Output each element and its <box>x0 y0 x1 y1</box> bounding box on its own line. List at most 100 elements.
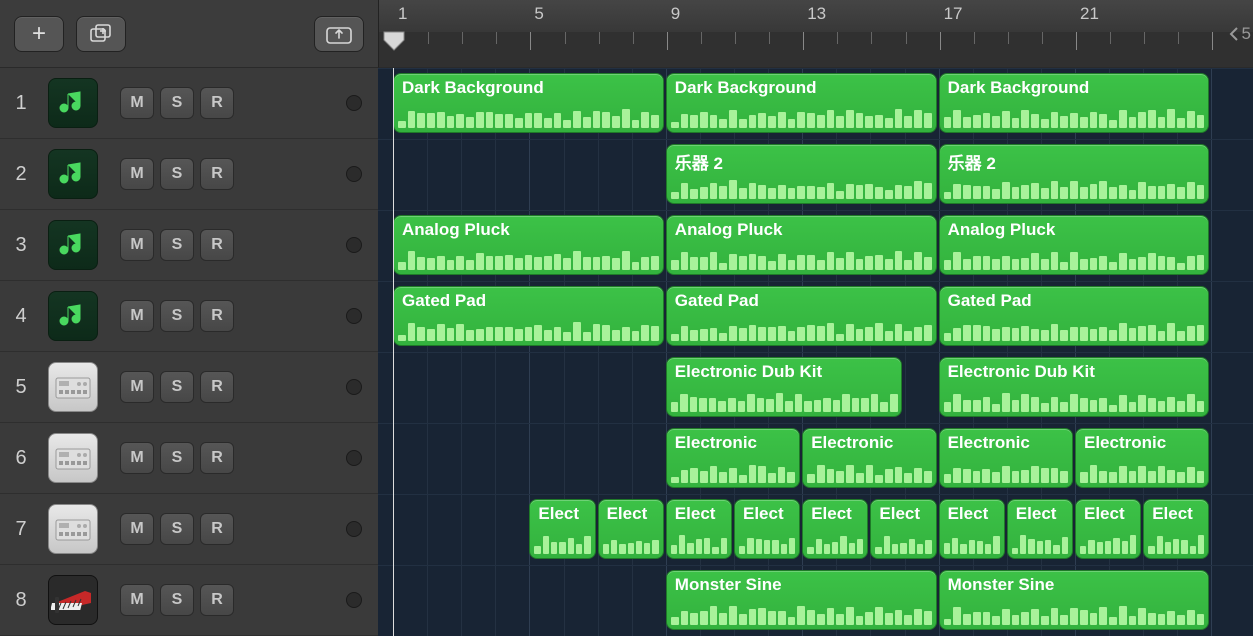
region-waveform <box>1080 532 1136 554</box>
midi-region[interactable]: 乐器 2 <box>666 144 937 204</box>
track-header[interactable]: 1MSR <box>0 68 378 139</box>
input-monitor-dot[interactable] <box>346 95 362 111</box>
input-monitor-dot[interactable] <box>346 308 362 324</box>
record-enable-button[interactable]: R <box>200 229 234 261</box>
midi-region[interactable]: Elect <box>802 499 868 559</box>
region-waveform <box>671 390 898 412</box>
mute-button[interactable]: M <box>120 513 154 545</box>
mute-button[interactable]: M <box>120 87 154 119</box>
midi-region[interactable]: Elect <box>666 499 732 559</box>
midi-region[interactable]: Electronic <box>939 428 1073 488</box>
loop-browser-button[interactable] <box>314 16 364 52</box>
region-label: Analog Pluck <box>394 216 663 240</box>
region-label: Elect <box>1076 500 1140 524</box>
midi-region[interactable]: Analog Pluck <box>666 215 937 275</box>
record-enable-button[interactable]: R <box>200 371 234 403</box>
midi-region[interactable]: Electronic <box>666 428 800 488</box>
midi-region[interactable]: Dark Background <box>393 73 664 133</box>
track-header[interactable]: 3MSR <box>0 210 378 281</box>
midi-region[interactable]: Gated Pad <box>393 286 664 346</box>
solo-button[interactable]: S <box>160 87 194 119</box>
midi-region[interactable]: Analog Pluck <box>393 215 664 275</box>
track-keyboard-icon[interactable] <box>48 575 98 625</box>
solo-button[interactable]: S <box>160 371 194 403</box>
midi-region[interactable]: Monster Sine <box>666 570 937 630</box>
midi-region[interactable]: Elect <box>1075 499 1141 559</box>
track-header[interactable]: 2MSR <box>0 139 378 210</box>
midi-region[interactable]: Dark Background <box>666 73 937 133</box>
ruler-bar-numbers[interactable]: 159131721 <box>379 0 1253 32</box>
midi-region[interactable]: Analog Pluck <box>939 215 1210 275</box>
midi-region[interactable]: Electronic <box>802 428 936 488</box>
region-label: Electronic Dub Kit <box>667 358 902 382</box>
ruler-end-marker[interactable]: 5 <box>1228 0 1251 67</box>
input-monitor-dot[interactable] <box>346 379 362 395</box>
add-track-button[interactable]: + <box>14 16 64 52</box>
ruler-ticks[interactable] <box>379 32 1253 67</box>
region-label: Elect <box>530 500 594 524</box>
mute-button[interactable]: M <box>120 584 154 616</box>
track-software-instrument-icon[interactable] <box>48 291 98 341</box>
record-enable-button[interactable]: R <box>200 442 234 474</box>
track-header[interactable]: 6MSR <box>0 423 378 494</box>
track-software-instrument-icon[interactable] <box>48 220 98 270</box>
midi-region[interactable]: Monster Sine <box>939 570 1210 630</box>
mute-button[interactable]: M <box>120 300 154 332</box>
track-header[interactable]: 8MSR <box>0 565 378 636</box>
midi-region[interactable]: Dark Background <box>939 73 1210 133</box>
midi-region[interactable]: Elect <box>529 499 595 559</box>
midi-region[interactable]: Elect <box>734 499 800 559</box>
solo-button[interactable]: S <box>160 300 194 332</box>
input-monitor-dot[interactable] <box>346 237 362 253</box>
midi-region[interactable]: Elect <box>1143 499 1209 559</box>
region-label: Elect <box>599 500 663 524</box>
record-enable-button[interactable]: R <box>200 87 234 119</box>
loop-panel-icon <box>326 24 352 44</box>
midi-region[interactable]: Elect <box>598 499 664 559</box>
ruler-bar-label: 9 <box>671 4 680 24</box>
record-enable-button[interactable]: R <box>200 158 234 190</box>
record-enable-button[interactable]: R <box>200 584 234 616</box>
midi-region[interactable]: Elect <box>1007 499 1073 559</box>
track-header[interactable]: 4MSR <box>0 281 378 352</box>
track-buttons: MSR <box>120 371 234 403</box>
record-enable-button[interactable]: R <box>200 513 234 545</box>
region-waveform <box>398 248 659 270</box>
midi-region[interactable]: Elect <box>870 499 936 559</box>
midi-region[interactable]: Electronic Dub Kit <box>666 357 903 417</box>
solo-button[interactable]: S <box>160 158 194 190</box>
midi-region[interactable]: 乐器 2 <box>939 144 1210 204</box>
midi-region[interactable]: Elect <box>939 499 1005 559</box>
midi-region[interactable]: Gated Pad <box>939 286 1210 346</box>
input-monitor-dot[interactable] <box>346 521 362 537</box>
region-waveform <box>944 532 1000 554</box>
mute-button[interactable]: M <box>120 371 154 403</box>
input-monitor-dot[interactable] <box>346 166 362 182</box>
track-header[interactable]: 7MSR <box>0 494 378 565</box>
track-drum-machine-icon[interactable] <box>48 504 98 554</box>
timeline-ruler[interactable]: 159131721 5 <box>378 0 1253 68</box>
duplicate-track-button[interactable] <box>76 16 126 52</box>
mute-button[interactable]: M <box>120 442 154 474</box>
region-label: Elect <box>940 500 1004 524</box>
arrange-area[interactable]: Dark BackgroundDark BackgroundDark Backg… <box>378 68 1253 636</box>
mute-button[interactable]: M <box>120 229 154 261</box>
solo-button[interactable]: S <box>160 513 194 545</box>
track-software-instrument-icon[interactable] <box>48 78 98 128</box>
track-number: 5 <box>0 376 42 399</box>
midi-region[interactable]: Electronic <box>1075 428 1209 488</box>
track-header[interactable]: 5 MSR <box>0 352 378 423</box>
solo-button[interactable]: S <box>160 584 194 616</box>
track-software-instrument-icon[interactable] <box>48 149 98 199</box>
solo-button[interactable]: S <box>160 442 194 474</box>
track-drum-machine-icon[interactable] <box>48 362 98 412</box>
input-monitor-dot[interactable] <box>346 450 362 466</box>
track-drum-machine-icon[interactable] <box>48 433 98 483</box>
region-waveform <box>944 603 1205 625</box>
solo-button[interactable]: S <box>160 229 194 261</box>
midi-region[interactable]: Electronic Dub Kit <box>939 357 1210 417</box>
input-monitor-dot[interactable] <box>346 592 362 608</box>
record-enable-button[interactable]: R <box>200 300 234 332</box>
midi-region[interactable]: Gated Pad <box>666 286 937 346</box>
mute-button[interactable]: M <box>120 158 154 190</box>
